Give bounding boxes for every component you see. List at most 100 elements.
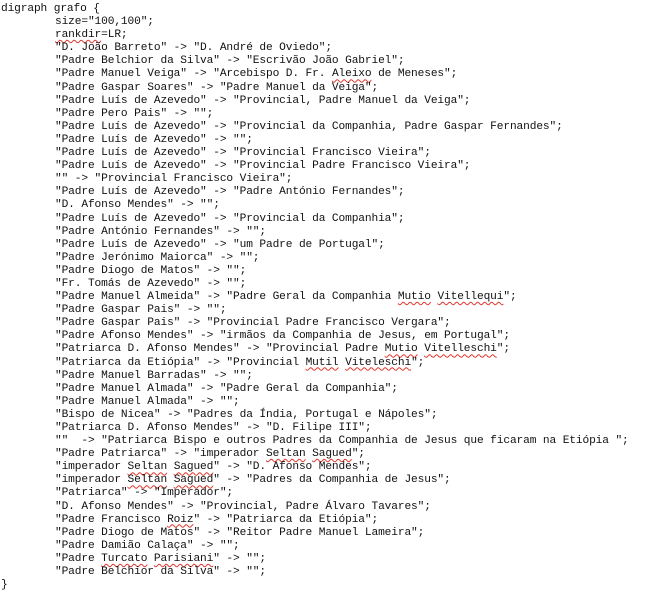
- spellcheck-flagged-word: Aleixo: [331, 68, 372, 81]
- spellcheck-flagged-word: Seltan: [127, 474, 168, 487]
- spellcheck-flagged-word: Mutil: [305, 356, 339, 369]
- code-segment: "Patriarca D. Afonso Mendes" -> "D. Fili…: [55, 422, 372, 434]
- code-line: "Padre Gaspar Soares" -> "Padre Manuel d…: [0, 82, 660, 95]
- code-line: "Padre Manuel Barradas" -> "";: [0, 370, 660, 383]
- code-line: "Patriarca D. Afonso Mendes" -> "Provinc…: [0, 343, 660, 356]
- code-segment: "imperador: [55, 474, 128, 487]
- code-segment: "Padre Luís de Azevedo" -> "Provincial P…: [55, 160, 471, 173]
- code-line: "Padre Diogo de Matos" -> "";: [0, 265, 660, 278]
- graph-body: size="100,100"; rankdir=LR; "D. João Barre…: [0, 16, 660, 579]
- code-line: "Fr. Tomás de Azevedo" -> "";: [0, 278, 660, 291]
- code-segment: =LR;: [101, 29, 128, 42]
- code-line: "Padre Francisco Roiz" -> "Patriarca da …: [0, 514, 660, 527]
- code-segment: "Padre Diogo de Matos" -> "";: [55, 264, 247, 277]
- text-editor[interactable]: digraph grafo { size="100,100"; rankdir=L…: [0, 0, 660, 591]
- code-segment: "Padre Manuel Almeida" -> "Padre Geral d…: [55, 291, 398, 304]
- code-line: "Padre Manuel Almada" -> "";: [0, 396, 660, 409]
- code-line: "Padre Luís de Azevedo" -> "Provincial d…: [0, 121, 660, 134]
- code-line: "Padre Jerónimo Maiorca" -> "";: [0, 252, 660, 265]
- code-segment: "D. Afonso Mendes" -> "Provincial, Padre…: [55, 500, 431, 513]
- code-segment: "Padre Manuel Almada" -> "Padre Geral da…: [55, 382, 398, 395]
- code-segment: ";: [411, 356, 425, 369]
- code-line: "Padre Luís de Azevedo" -> "Provincial P…: [0, 160, 660, 173]
- code-line: "Patriarca da Etiópia" -> "Provincial Mu…: [0, 357, 660, 370]
- code-segment: "Padre Belchior da Silva" -> "";: [55, 566, 266, 579]
- spellcheck-flagged-word: Sagued: [173, 474, 214, 487]
- code-line: size="100,100";: [0, 16, 660, 29]
- code-line: "" -> "Provincial Francisco Vieira";: [0, 173, 660, 186]
- code-line: "Padre Gaspar Pais" -> "";: [0, 304, 660, 317]
- code-segment: "Padre Luís de Azevedo" -> "";: [55, 133, 253, 146]
- code-segment: "D. João Barreto" -> "D. André de Oviedo…: [55, 42, 332, 55]
- code-segment: ";: [351, 448, 365, 461]
- code-line: "Padre Diogo de Matos" -> "Reitor Padre …: [0, 527, 660, 540]
- code-line: "Padre Belchior da Silva" -> "Escrivão J…: [0, 55, 660, 68]
- code-line: "Padre Pero Pais" -> "";: [0, 108, 660, 121]
- code-line: "Padre António Fernandes" -> "";: [0, 226, 660, 239]
- code-segment: de Meneses";: [371, 68, 458, 81]
- code-line: "imperador Seltan Sagued" -> "D. Afonso …: [0, 461, 660, 474]
- code-line: "Padre Afonso Mendes" -> "irmãos da Comp…: [0, 330, 660, 343]
- code-segment: "Padre Jerónimo Maiorca" -> "";: [55, 251, 260, 264]
- code-segment: "Padre Patriarca" -> "imperador: [55, 448, 266, 461]
- spellcheck-flagged-word: Turcato: [101, 552, 148, 565]
- code-segment: "D. Afonso Mendes" -> "";: [55, 199, 220, 212]
- code-segment: ";: [503, 291, 517, 304]
- code-segment: "" -> "Provincial Francisco Vieira";: [55, 173, 293, 186]
- code-line: "imperador Seltan Sagued" -> "Padres da …: [0, 474, 660, 487]
- code-segment: " -> "D. Afonso Mendes";: [213, 461, 372, 474]
- spellcheck-flagged-word: Sagued: [173, 461, 214, 474]
- code-line: "Padre Luís de Azevedo" -> "Provincial, …: [0, 95, 660, 108]
- spellcheck-flagged-word: Seltan: [266, 448, 306, 461]
- code-line: "" -> "Patriarca Bispo e outros Padres d…: [0, 435, 660, 448]
- code-segment: "Padre Luís de Azevedo" -> "Provincial F…: [55, 147, 431, 160]
- code-line: "Padre Gaspar Pais" -> "Provincial Padre…: [0, 317, 660, 330]
- code-segment: "Padre Diogo de Matos" -> "Reitor Padre …: [55, 526, 425, 539]
- code-segment: " -> "";: [213, 552, 266, 565]
- code-line: "Padre Manuel Veiga" -> "Arcebispo D. Fr…: [0, 68, 660, 81]
- code-segment: "Patriarca da Etiópia" -> "Provincial: [55, 356, 306, 369]
- spellcheck-flagged-word: Mutio: [397, 291, 431, 304]
- code-segment: "Padre: [55, 552, 102, 565]
- code-line: "Patriarca D. Afonso Mendes" -> "D. Fili…: [0, 422, 660, 435]
- code-segment: "Padre Gaspar Soares" -> "Padre Manuel d…: [55, 81, 379, 94]
- spellcheck-flagged-word: Vitellequi: [437, 291, 504, 304]
- code-segment: "Padre António Fernandes" -> "";: [55, 225, 266, 238]
- code-segment: ";: [496, 343, 510, 356]
- code-line: "Padre Luís de Azevedo" -> "Provincial d…: [0, 213, 660, 226]
- code-line: "Padre Luís de Azevedo" -> "Provincial F…: [0, 147, 660, 160]
- code-segment: "" -> "Patriarca Bispo e outros Padres d…: [55, 435, 629, 448]
- code-segment: " -> "Patriarca da Etiópia";: [193, 513, 379, 526]
- code-segment: "Padre Luís de Azevedo" -> "Provincial d…: [55, 120, 563, 133]
- code-line: "Padre Luís de Azevedo" -> "um Padre de …: [0, 239, 660, 252]
- code-segment: "Padre Gaspar Pais" -> "Provincial Padre…: [55, 317, 451, 330]
- code-segment: "Padre Gaspar Pais" -> "";: [55, 304, 227, 317]
- code-segment: "Padre Luís de Azevedo" -> "Provincial d…: [55, 212, 405, 225]
- code-segment: " -> "Padres da Companhia de Jesus";: [213, 474, 451, 487]
- code-segment: "imperador: [55, 461, 128, 474]
- code-segment: "Padre Luís de Azevedo" -> "Padre Antóni…: [55, 186, 405, 199]
- code-segment: "Patriarca D. Afonso Mendes" -> "Provinc…: [55, 343, 385, 356]
- code-line: "Padre Luís de Azevedo" -> "Padre Antóni…: [0, 186, 660, 199]
- code-segment: "Padre Manuel Almada" -> "";: [55, 395, 240, 408]
- spellcheck-flagged-word: Mutio: [384, 343, 418, 356]
- code-line: "Padre Damião Calaça" -> "";: [0, 540, 660, 553]
- code-segment: "Fr. Tomás de Azevedo" -> "";: [55, 277, 247, 290]
- code-line: "D. Afonso Mendes" -> "";: [0, 199, 660, 212]
- code-segment: "Padre Afonso Mendes" -> "irmãos da Comp…: [55, 330, 510, 343]
- spellcheck-flagged-word: Sagued: [312, 448, 352, 461]
- spellcheck-flagged-word: Viteleschi: [345, 356, 412, 369]
- code-line: rankdir=LR;: [0, 29, 660, 42]
- code-segment: "Padre Luís de Azevedo" -> "Provincial, …: [55, 94, 471, 107]
- code-line: "Padre Luís de Azevedo" -> "";: [0, 134, 660, 147]
- graph-opening-line: digraph grafo {: [1, 3, 100, 15]
- code-segment: "Padre Pero Pais" -> "";: [55, 107, 214, 120]
- code-line: "Padre Belchior da Silva" -> "";: [0, 566, 660, 579]
- code-line: "D. João Barreto" -> "D. André de Oviedo…: [0, 42, 660, 55]
- spellcheck-flagged-word: Parisiani: [153, 552, 214, 565]
- code-segment: "Padre Damião Calaça" -> "";: [55, 539, 240, 552]
- code-line: "Padre Turcato Parisiani" -> "";: [0, 553, 660, 566]
- code-line: "Padre Manuel Almada" -> "Padre Geral da…: [0, 383, 660, 396]
